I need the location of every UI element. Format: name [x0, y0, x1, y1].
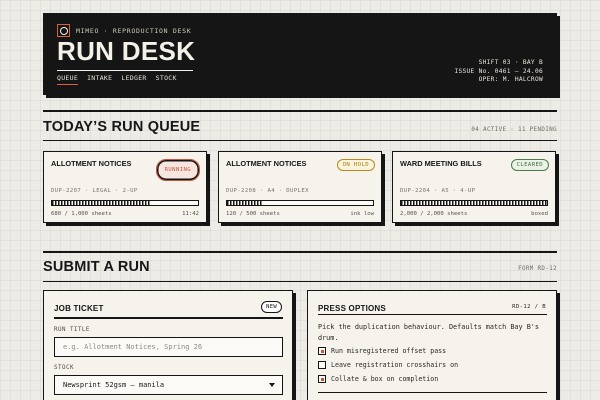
- main-nav: QUEUE INTAKE LEDGER STOCK: [57, 74, 177, 85]
- sheet-count: 680 / 1,000 sheets: [51, 211, 112, 217]
- chevron-down-icon: [269, 383, 275, 387]
- progress-fill: [52, 201, 152, 205]
- section-rule: [43, 140, 557, 141]
- status-badge: RUNNING: [155, 159, 200, 181]
- queue-title: TODAY’S RUN QUEUE: [43, 119, 201, 135]
- card-meta: DUP-2204 · A5 · 4-UP: [400, 188, 476, 194]
- section-rule: [43, 110, 557, 112]
- card-title: ALLOTMENT NOTICES: [226, 159, 307, 168]
- nav-stock[interactable]: STOCK: [156, 74, 177, 85]
- option-label: Run misregistered offset pass: [331, 347, 447, 355]
- stock-label: STOCK: [54, 365, 74, 371]
- card-meta: DUP-2208 · A4 · DUPLEX: [226, 188, 309, 194]
- section-rule: [43, 251, 557, 253]
- new-badge: NEW: [261, 301, 282, 313]
- form-code: FORM RD-12: [518, 266, 557, 272]
- option-offset-pass[interactable]: Run misregistered offset pass: [318, 347, 446, 355]
- nav-ledger[interactable]: LEDGER: [121, 74, 146, 85]
- progress-bar: [51, 200, 199, 206]
- section-rule: [43, 281, 557, 282]
- run-title-label: RUN TITLE: [54, 327, 90, 333]
- checkbox[interactable]: [318, 361, 326, 369]
- press-options-panel: PRESS OPTIONS RD-12 / B Pick the duplica…: [307, 290, 557, 400]
- sheet-count: 120 / 500 sheets: [226, 211, 280, 217]
- press-description: Pick the duplication behaviour. Defaults…: [318, 323, 539, 342]
- issue-line: ISSUE No. 0461 — 24.06: [454, 67, 543, 75]
- job-ticket-panel: JOB TICKET NEW RUN TITLE STOCK Newsprint…: [43, 290, 293, 400]
- panel-title: JOB TICKET: [54, 304, 104, 313]
- option-crosshairs[interactable]: Leave registration crosshairs on: [318, 361, 458, 369]
- status-badge: CLEARED: [510, 159, 549, 171]
- checkbox[interactable]: [318, 375, 326, 383]
- progress-bar: [226, 200, 374, 206]
- operator-line: OPER: M. HALCROW: [478, 76, 543, 84]
- progress-bar: [400, 200, 548, 206]
- progress-fill: [401, 201, 547, 205]
- queue-counts: 04 ACTIVE · 11 PENDING: [471, 127, 557, 133]
- queue-card[interactable]: WARD MEETING BILLS CLEARED DUP-2204 · A5…: [392, 151, 556, 223]
- sheet-count: 2,000 / 2,000 sheets: [400, 211, 468, 217]
- card-meta: DUP-2207 · LEGAL · 2-UP: [51, 188, 138, 194]
- title-rule: [57, 70, 193, 71]
- shift-meta: SHIFT 03 · BAY B ISSUE No. 0461 — 24.06 …: [454, 59, 543, 85]
- card-title: WARD MEETING BILLS: [400, 159, 482, 168]
- panel-rule: [318, 314, 547, 315]
- app-title: RUN DESK: [57, 36, 196, 66]
- status-badge: ON HOLD: [336, 159, 375, 171]
- card-note: ink low: [350, 211, 374, 217]
- progress-fill: [227, 201, 263, 205]
- option-label: Leave registration crosshairs on: [331, 361, 459, 369]
- panel-title: PRESS OPTIONS: [318, 304, 386, 313]
- card-title: ALLOTMENT NOTICES: [51, 159, 132, 168]
- brand-text: MIMEO · REPRODUCTION DESK: [76, 26, 192, 35]
- masthead: MIMEO · REPRODUCTION DESK RUN DESK QUEUE…: [43, 13, 557, 95]
- shift-line: SHIFT 03 · BAY B: [478, 59, 543, 66]
- panel-rule: [54, 317, 283, 319]
- card-note: boxed: [531, 211, 548, 217]
- run-title-input[interactable]: [54, 337, 283, 357]
- panel-rule: [318, 392, 547, 393]
- checkbox[interactable]: [318, 347, 326, 355]
- nav-queue[interactable]: QUEUE: [57, 74, 79, 85]
- nav-intake[interactable]: INTAKE: [87, 74, 112, 85]
- press-code: RD-12 / B: [512, 304, 546, 310]
- stock-value: Newsprint 52gsm — manila: [63, 381, 165, 389]
- stock-select[interactable]: Newsprint 52gsm — manila: [54, 375, 283, 395]
- queue-card[interactable]: ALLOTMENT NOTICES RUNNING DUP-2207 · LEG…: [43, 151, 207, 223]
- option-collate[interactable]: Collate & box on completion: [318, 375, 438, 383]
- card-note: 11:42: [182, 211, 199, 217]
- option-label: Collate & box on completion: [331, 375, 439, 383]
- queue-card[interactable]: ALLOTMENT NOTICES ON HOLD DUP-2208 · A4 …: [218, 151, 382, 223]
- submit-title: SUBMIT A RUN: [43, 259, 150, 275]
